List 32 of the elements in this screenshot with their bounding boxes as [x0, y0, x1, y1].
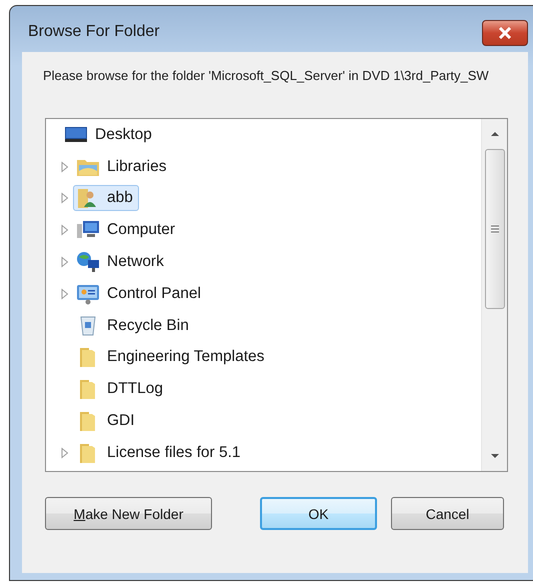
expand-arrow-icon[interactable] [60, 224, 70, 236]
vertical-scrollbar[interactable] [481, 119, 507, 471]
tree-item[interactable]: License files for 5.1 [73, 440, 247, 466]
grip-icon [490, 225, 498, 233]
window-title: Browse For Folder [28, 23, 160, 41]
expand-arrow-icon[interactable] [60, 192, 70, 204]
expand-arrow-icon[interactable] [60, 288, 70, 300]
monitor-icon [64, 124, 88, 145]
scroll-up-arrow-icon[interactable] [490, 131, 500, 137]
expand-arrow-icon[interactable] [60, 160, 70, 173]
instruction-text: Please browse for the folder 'Microsoft_SQL_Server' in DVD 1\3rd_Party_SW [43, 67, 490, 85]
tree-item[interactable]: Computer [73, 217, 182, 244]
expand-arrow-icon[interactable] [60, 256, 70, 268]
tree-item[interactable]: Control Panel [73, 280, 207, 307]
network-icon [76, 251, 100, 274]
tree-item[interactable]: Engineering Templates [73, 344, 270, 370]
close-button[interactable] [482, 20, 528, 46]
close-icon [497, 27, 513, 39]
expand-arrow-icon[interactable] [60, 446, 70, 459]
scrollbar-thumb[interactable] [484, 149, 504, 309]
tree-item[interactable]: GDI [73, 408, 141, 434]
tree-item[interactable]: DTTLog [73, 376, 169, 402]
tree-item[interactable]: Desktop [61, 122, 158, 147]
tree-item[interactable]: Recycle Bin [73, 312, 195, 339]
dialog-button[interactable]: OK [260, 497, 377, 530]
tree-item[interactable]: abb [73, 185, 139, 212]
tree-item[interactable]: Network [73, 249, 170, 276]
dialog-button[interactable]: Make New Folder [45, 497, 212, 530]
dialog-button[interactable]: Cancel [391, 497, 504, 530]
scroll-down-arrow-icon[interactable] [490, 453, 500, 459]
tree-item[interactable]: Libraries [73, 154, 172, 180]
control-panel-icon [76, 282, 100, 305]
